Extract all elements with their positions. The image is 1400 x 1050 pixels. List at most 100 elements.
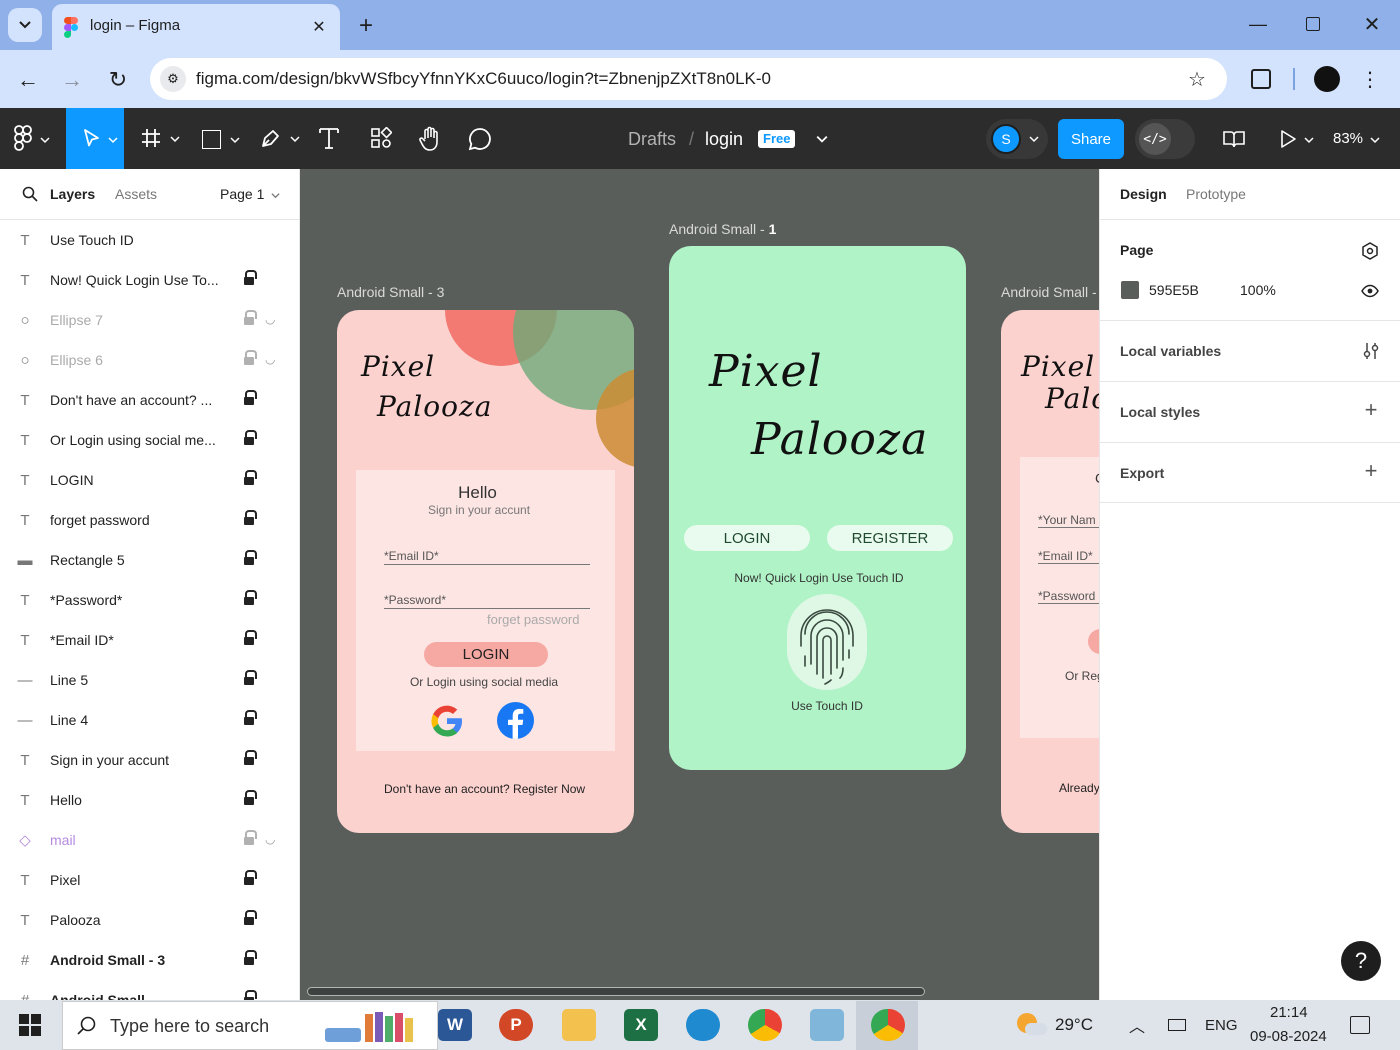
hidden-eye-icon[interactable]: ◡ [265,352,275,366]
dev-mode-toggle[interactable]: </> [1135,119,1195,159]
close-tab-icon[interactable]: ✕ [308,16,330,38]
pen-tool[interactable] [260,127,304,153]
breadcrumb-parent[interactable]: Drafts [628,129,676,150]
lock-icon[interactable] [244,950,257,966]
library-book-icon[interactable] [1222,129,1246,149]
chevron-down-icon[interactable] [271,191,280,200]
page-color-hex[interactable]: 595E5B [1149,282,1199,298]
layer-row[interactable]: T Use Touch ID [0,220,300,260]
hidden-eye-icon[interactable]: ◡ [265,312,275,326]
lock-icon[interactable] [244,910,257,926]
lock-icon[interactable] [244,390,257,406]
profile-avatar[interactable] [1314,66,1340,92]
frame-tool[interactable] [140,127,184,153]
chrome-active-icon[interactable] [871,1009,905,1041]
chrome-profile-icon[interactable] [748,1009,782,1041]
page-opacity[interactable]: 100% [1240,282,1276,298]
notifications-icon[interactable] [1350,1016,1370,1034]
text-tool[interactable] [318,126,342,152]
lock-icon[interactable] [244,510,257,526]
lock-icon[interactable] [244,430,257,446]
email-field[interactable]: *Email ID* [384,549,590,565]
password-field[interactable]: *Password [1038,589,1099,604]
password-field[interactable]: *Password* [384,593,590,609]
present-play-icon[interactable] [1279,129,1297,149]
already-account-text[interactable]: Already [1059,781,1099,795]
frame-label[interactable]: Android Small - [1001,284,1097,300]
hidden-eye-icon[interactable]: ◡ [265,832,275,846]
multiplayer-avatars[interactable]: S [986,119,1048,159]
shape-tool[interactable] [200,128,244,154]
windows-start-icon[interactable] [19,1014,41,1036]
google-login-button[interactable] [429,703,465,739]
lock-icon[interactable] [244,630,257,646]
local-styles-section[interactable]: Local styles + [1100,381,1400,442]
lock-icon[interactable] [244,350,257,366]
browser-menu-icon[interactable]: ⋮ [1360,66,1380,92]
name-field[interactable]: *Your Nam [1038,513,1099,528]
lock-icon[interactable] [244,550,257,566]
browser-tab[interactable]: login – Figma ✕ [52,4,340,50]
clock-date[interactable]: 09-08-2024 [1250,1028,1327,1045]
comment-tool[interactable] [468,127,492,151]
search-icon[interactable] [22,186,38,202]
forget-password-link[interactable]: forget password [487,612,580,627]
close-window-icon[interactable]: ✕ [1360,12,1384,36]
lock-icon[interactable] [244,310,257,326]
present-chevron-icon[interactable] [1304,135,1314,145]
bookmark-star-icon[interactable]: ☆ [1184,66,1210,92]
frame-android-small-3[interactable]: Pixel Palooza Hello Sign in your accunt … [337,310,634,833]
layer-row[interactable]: T Now! Quick Login Use To... [0,260,300,300]
layer-row[interactable]: Tforget password [0,500,300,540]
tray-chevron-up-icon[interactable]: ︿ [1126,1014,1148,1036]
layer-row[interactable]: T Palooza [0,900,300,940]
touch-id-button[interactable] [787,594,867,690]
visibility-eye-icon[interactable] [1361,284,1379,298]
add-style-plus-icon[interactable]: + [1362,397,1380,422]
layer-row[interactable]: ○ Ellipse 7 ◡ [0,300,300,340]
file-name[interactable]: login [705,129,743,150]
url-text[interactable]: figma.com/design/bkvWSfbcyYfnnYKxC6uuco/… [196,69,771,89]
page-component-icon[interactable] [1361,242,1379,260]
canvas[interactable]: Android Small - 3 Pixel Palooza Hello Si… [301,169,1099,1000]
local-styles-label[interactable]: Local styles [1120,404,1200,420]
lock-icon[interactable] [244,470,257,486]
edge-browser-icon[interactable] [686,1009,720,1041]
minimize-window-icon[interactable]: — [1246,12,1270,36]
help-button[interactable]: ? [1341,941,1381,981]
tab-design[interactable]: Design [1120,186,1167,202]
tab-assets[interactable]: Assets [115,186,157,202]
figma-main-menu[interactable] [14,125,58,153]
powerpoint-app-icon[interactable]: P [499,1009,533,1041]
taskbar-search-placeholder[interactable]: Type here to search [110,1016,269,1037]
layer-row[interactable]: — Line 5 [0,660,300,700]
file-explorer-icon[interactable] [562,1009,596,1041]
new-tab-icon[interactable]: + [352,12,380,40]
excel-app-icon[interactable]: X [624,1009,658,1041]
temperature-text[interactable]: 29°C [1055,1015,1093,1035]
login-button[interactable]: LOGIN [424,642,548,667]
local-variables-section[interactable]: Local variables [1100,320,1400,381]
register-now-text[interactable]: Don't have an account? Register Now [384,782,585,796]
layer-row[interactable]: ◇ mail ◡ [0,820,300,860]
frame-label[interactable]: Android Small - 1 [669,221,776,237]
layer-row[interactable]: T Don't have an account? ... [0,380,300,420]
page-selector[interactable]: Page 1 [220,186,264,202]
register-button[interactable]: REGISTER [827,525,953,551]
tab-layers[interactable]: Layers [50,186,95,202]
frame-android-small-1[interactable]: Pixel Palooza LOGIN REGISTER Now! Quick … [669,246,966,770]
url-bar[interactable]: ⚙ figma.com/design/bkvWSfbcyYfnnYKxC6uuc… [150,58,1227,100]
layer-row[interactable]: T *Email ID* [0,620,300,660]
restore-window-icon[interactable] [1306,17,1320,31]
layer-row[interactable]: ○ Ellipse 6 ◡ [0,340,300,380]
frame-android-small-partial[interactable]: Pixel Palo C *Your Nam *Email ID* *Passw… [1001,310,1099,833]
zoom-level[interactable]: 83% [1333,130,1363,147]
layer-row[interactable]: T Or Login using social me... [0,420,300,460]
lock-icon[interactable] [244,590,257,606]
tab-search-button[interactable] [8,8,42,42]
layer-row[interactable]: — Line 4 [0,700,300,740]
layer-row[interactable]: T Pixel [0,860,300,900]
battery-icon[interactable] [1168,1019,1186,1031]
layer-row[interactable]: T *Password* [0,580,300,620]
frame-label[interactable]: Android Small - 3 [337,284,444,300]
